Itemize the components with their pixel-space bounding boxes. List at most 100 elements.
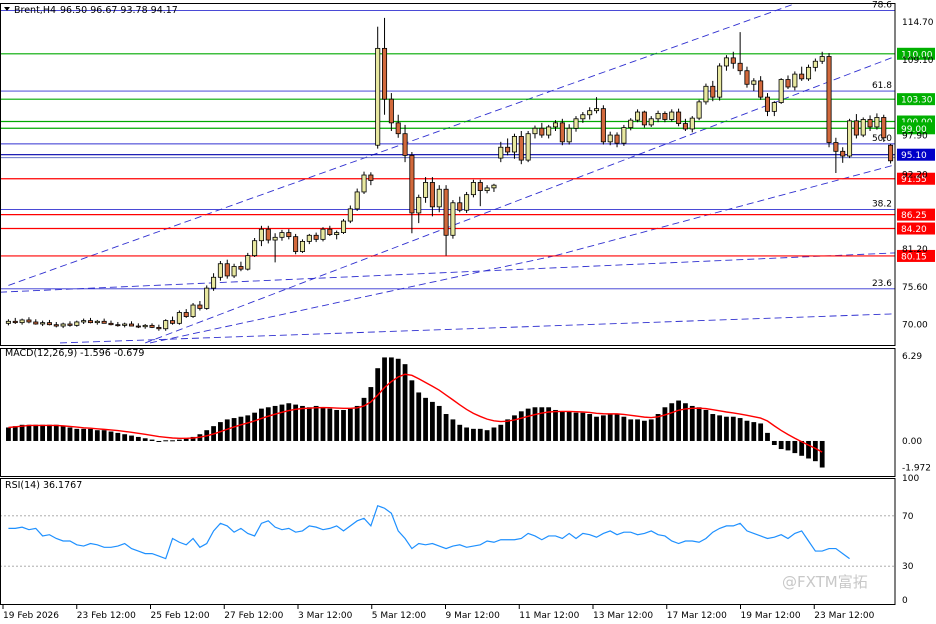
trend-line[interactable] bbox=[59, 313, 896, 344]
candle-body[interactable] bbox=[340, 220, 347, 233]
candle-body[interactable] bbox=[354, 191, 360, 210]
candle-body[interactable] bbox=[450, 202, 456, 236]
candle-body[interactable] bbox=[306, 234, 312, 242]
trend-line[interactable] bbox=[8, 3, 796, 286]
candle-body[interactable] bbox=[573, 118, 579, 129]
candle-body[interactable] bbox=[156, 326, 162, 330]
candle-body[interactable] bbox=[313, 234, 319, 240]
candle-body[interactable] bbox=[771, 102, 777, 112]
candle-body[interactable] bbox=[217, 263, 223, 278]
candle-body[interactable] bbox=[511, 136, 517, 153]
candle-body[interactable] bbox=[833, 142, 839, 152]
candle-body[interactable] bbox=[443, 188, 449, 236]
candle-body[interactable] bbox=[163, 320, 169, 330]
candle-body[interactable] bbox=[730, 57, 736, 64]
candle-body[interactable] bbox=[580, 114, 586, 120]
candle-body[interactable] bbox=[26, 319, 32, 323]
candle-body[interactable] bbox=[183, 312, 189, 317]
candle-body[interactable] bbox=[327, 228, 333, 236]
candle-body[interactable] bbox=[723, 57, 729, 67]
candle-body[interactable] bbox=[826, 56, 832, 143]
candle-body[interactable] bbox=[436, 188, 442, 208]
candle-body[interactable] bbox=[874, 117, 880, 128]
candle-body[interactable] bbox=[778, 79, 784, 103]
candle-body[interactable] bbox=[498, 146, 504, 159]
candle-body[interactable] bbox=[299, 240, 305, 252]
candle-body[interactable] bbox=[231, 266, 237, 277]
candle-body[interactable] bbox=[532, 127, 538, 135]
candle-body[interactable] bbox=[676, 111, 682, 124]
candle-body[interactable] bbox=[81, 320, 87, 323]
candle-body[interactable] bbox=[320, 228, 326, 240]
candle-body[interactable] bbox=[710, 85, 716, 98]
candle-body[interactable] bbox=[423, 182, 429, 198]
candle-body[interactable] bbox=[40, 322, 46, 325]
candle-body[interactable] bbox=[265, 228, 271, 241]
candle-body[interactable] bbox=[46, 322, 52, 326]
trend-line[interactable] bbox=[0, 252, 896, 293]
candle-body[interactable] bbox=[635, 111, 641, 121]
candle-body[interactable] bbox=[5, 320, 11, 324]
candle-body[interactable] bbox=[245, 255, 251, 270]
candle-body[interactable] bbox=[135, 325, 141, 328]
candle-body[interactable] bbox=[74, 321, 80, 326]
candle-body[interactable] bbox=[614, 134, 620, 144]
candle-body[interactable] bbox=[87, 320, 94, 324]
candle-body[interactable] bbox=[115, 324, 121, 327]
candle-body[interactable] bbox=[279, 232, 285, 238]
candle-body[interactable] bbox=[19, 319, 25, 324]
candle-body[interactable] bbox=[799, 73, 805, 80]
candle-body[interactable] bbox=[238, 266, 244, 270]
candle-body[interactable] bbox=[382, 47, 388, 100]
candle-body[interactable] bbox=[628, 119, 634, 129]
candle-body[interactable] bbox=[840, 150, 846, 157]
candle-body[interactable] bbox=[484, 187, 490, 191]
candle-body[interactable] bbox=[409, 154, 415, 214]
candle-body[interactable] bbox=[539, 127, 545, 136]
candle-body[interactable] bbox=[518, 136, 524, 161]
candle-body[interactable] bbox=[170, 320, 176, 324]
candle-body[interactable] bbox=[176, 312, 182, 324]
candle-body[interactable] bbox=[696, 101, 702, 119]
candle-body[interactable] bbox=[607, 134, 613, 143]
candle-body[interactable] bbox=[224, 263, 230, 277]
candle-body[interactable] bbox=[758, 80, 764, 98]
candle-body[interactable] bbox=[853, 120, 859, 136]
candle-body[interactable] bbox=[525, 133, 531, 161]
candle-body[interactable] bbox=[819, 56, 825, 62]
candle-body[interactable] bbox=[600, 108, 606, 143]
candle-body[interactable] bbox=[881, 117, 887, 139]
candle-body[interactable] bbox=[101, 320, 107, 324]
candle-body[interactable] bbox=[703, 85, 709, 103]
candle-body[interactable] bbox=[744, 70, 750, 85]
candle-body[interactable] bbox=[149, 324, 155, 328]
candle-body[interactable] bbox=[505, 146, 511, 153]
candle-body[interactable] bbox=[682, 123, 688, 130]
candle-body[interactable] bbox=[204, 287, 210, 309]
candle-body[interactable] bbox=[648, 118, 654, 126]
candle-body[interactable] bbox=[429, 182, 435, 208]
candle-body[interactable] bbox=[792, 73, 798, 88]
candle-body[interactable] bbox=[190, 304, 196, 317]
candle-body[interactable] bbox=[621, 127, 627, 144]
candle-body[interactable] bbox=[368, 174, 374, 181]
candle-body[interactable] bbox=[464, 194, 470, 211]
candle-body[interactable] bbox=[60, 323, 66, 327]
candle-body[interactable] bbox=[785, 79, 791, 88]
candle-body[interactable] bbox=[108, 322, 114, 326]
candle-body[interactable] bbox=[375, 47, 381, 146]
price-pane[interactable]: 78.661.850.038.223.6 bbox=[0, 0, 896, 344]
candle-body[interactable] bbox=[347, 208, 353, 222]
candle-body[interactable] bbox=[67, 323, 73, 326]
candle-body[interactable] bbox=[361, 174, 367, 193]
candle-body[interactable] bbox=[888, 144, 894, 162]
candle-body[interactable] bbox=[559, 122, 565, 143]
macd-pane[interactable] bbox=[6, 357, 825, 468]
candle-body[interactable] bbox=[142, 324, 148, 328]
candle-body[interactable] bbox=[457, 202, 463, 211]
candle-body[interactable] bbox=[122, 323, 128, 326]
candle-body[interactable] bbox=[805, 66, 812, 80]
candle-body[interactable] bbox=[669, 111, 675, 120]
candle-body[interactable] bbox=[546, 126, 552, 136]
candle-body[interactable] bbox=[655, 112, 661, 120]
